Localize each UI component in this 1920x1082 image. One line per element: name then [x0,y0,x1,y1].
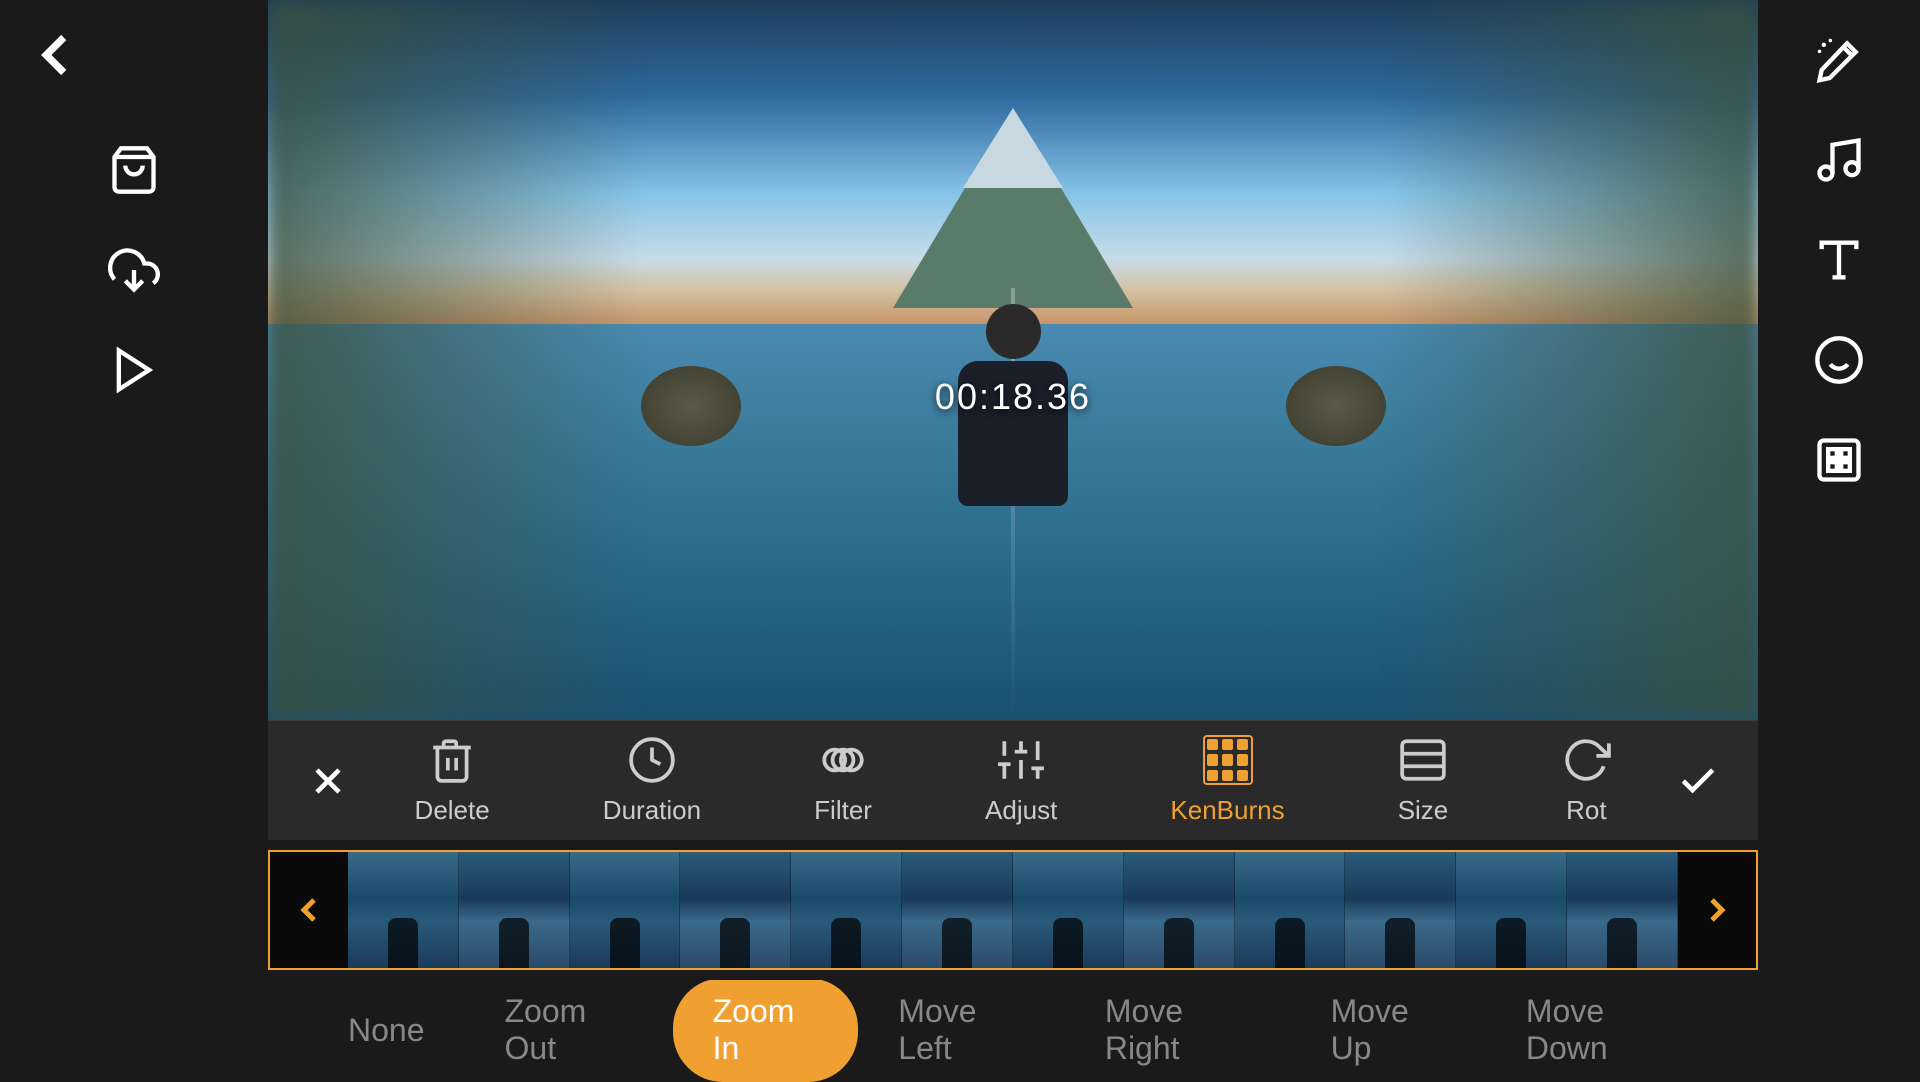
kenburns-move-left[interactable]: Move Left [858,978,1065,1082]
frame-5 [791,852,902,968]
person-head [986,304,1041,359]
shop-icon[interactable] [94,130,174,210]
filter-label: Filter [814,795,872,826]
toolbar-rotate[interactable]: Rot [1541,725,1631,836]
toolbar-kenburns[interactable]: KenBurns [1150,725,1304,836]
toolbar-duration[interactable]: Duration [583,725,721,836]
blur-left [268,0,641,720]
frame-4 [680,852,791,968]
frame-3 [570,852,681,968]
size-label: Size [1398,795,1449,826]
frame-9 [1235,852,1346,968]
frame-11 [1456,852,1567,968]
confirm-button[interactable] [1668,751,1728,811]
mountain-snow [963,108,1063,188]
frame-7 [1013,852,1124,968]
emoji-icon[interactable] [1799,320,1879,400]
kenburns-move-up[interactable]: Move Up [1291,978,1486,1082]
toolbar-items: Delete Duration Filter [358,725,1668,836]
main-content: 00:18.36 Delete [268,0,1758,1080]
timeline-strip [268,850,1758,970]
frame-10 [1345,852,1456,968]
kenburns-none[interactable]: None [308,997,465,1064]
toolbar-filter[interactable]: Filter [794,725,892,836]
kenburns-move-right[interactable]: Move Right [1065,978,1291,1082]
kenburns-move-down[interactable]: Move Down [1486,978,1718,1082]
frame-12 [1567,852,1678,968]
blur-right [1386,0,1759,720]
kenburns-icon [1203,735,1253,785]
bottom-toolbar: Delete Duration Filter [268,720,1758,840]
kenburns-zoom-in-label: Zoom In [713,993,819,1067]
toolbar-delete[interactable]: Delete [395,725,510,836]
frame-1 [348,852,459,968]
magic-pen-icon[interactable] [1799,20,1879,100]
back-button[interactable] [20,20,90,90]
toolbar-adjust[interactable]: Adjust [965,725,1077,836]
kenburns-none-label: None [348,1012,425,1049]
timeline-next-button[interactable] [1678,850,1758,970]
music-icon[interactable] [1799,120,1879,200]
kenburns-zoom-in[interactable]: Zoom In [673,978,859,1082]
rotate-label: Rot [1566,795,1606,826]
video-preview: 00:18.36 [268,0,1758,720]
kenburns-border [1203,735,1253,785]
frame-6 [902,852,1013,968]
text-icon[interactable] [1799,220,1879,300]
adjust-label: Adjust [985,795,1057,826]
download-icon[interactable] [94,230,174,310]
duration-label: Duration [603,795,701,826]
frame-2 [459,852,570,968]
kenburns-move-right-label: Move Right [1105,993,1251,1067]
timeline-area [268,840,1758,980]
toolbar-size[interactable]: Size [1378,725,1469,836]
layout-icon[interactable] [1799,420,1879,500]
kenburns-move-left-label: Move Left [898,993,1025,1067]
frame-8 [1124,852,1235,968]
right-sidebar [1758,0,1920,1080]
kenburns-zoom-out[interactable]: Zoom Out [465,978,673,1082]
kenburns-move-down-label: Move Down [1526,993,1678,1067]
kenburns-move-up-label: Move Up [1331,993,1446,1067]
cancel-button[interactable] [298,751,358,811]
timeline-frames [348,850,1678,970]
scene-container [268,0,1758,720]
kenburns-options: None Zoom Out Zoom In Move Left Move Rig… [268,980,1758,1080]
kenburns-zoom-out-label: Zoom Out [505,993,633,1067]
delete-label: Delete [415,795,490,826]
timeline-prev-button[interactable] [268,850,348,970]
play-icon[interactable] [94,330,174,410]
video-timestamp: 00:18.36 [935,376,1091,418]
kenburns-label: KenBurns [1170,795,1284,826]
left-sidebar [0,0,268,1080]
